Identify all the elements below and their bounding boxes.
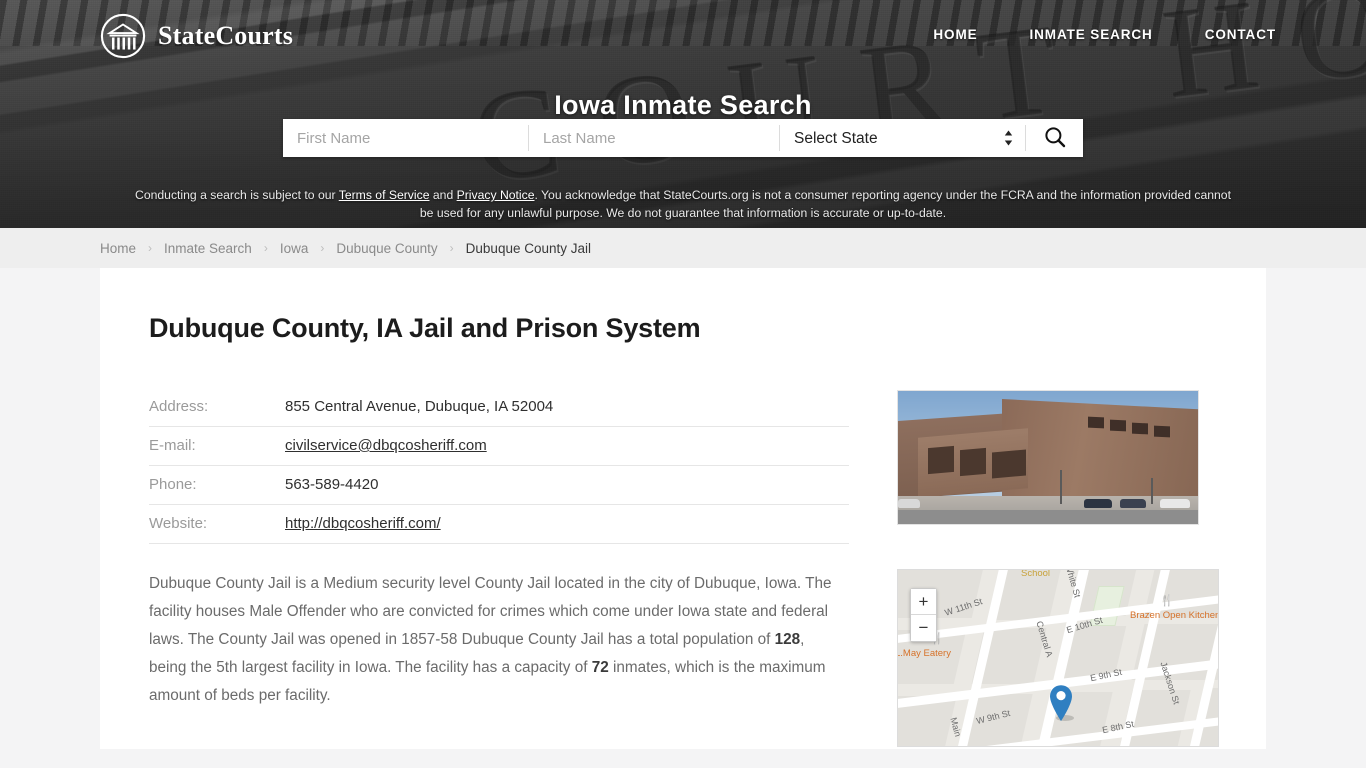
- breadcrumb-item-dubuque-county[interactable]: Dubuque County: [336, 241, 437, 256]
- photo-window: [1110, 419, 1126, 432]
- first-name-input[interactable]: [283, 119, 528, 157]
- breadcrumb-item-inmate-search[interactable]: Inmate Search: [164, 241, 252, 256]
- photo-window: [1154, 425, 1170, 438]
- nav-item-home[interactable]: HOME: [933, 27, 977, 42]
- map-zoom-in-button[interactable]: +: [911, 589, 936, 615]
- info-value-address: 855 Central Avenue, Dubuque, IA 52004: [285, 388, 849, 427]
- courthouse-circle-logo-icon: [100, 13, 146, 59]
- website-link[interactable]: http://dbqcosheriff.com/: [285, 515, 441, 532]
- capacity-value: 72: [591, 659, 609, 676]
- breadcrumb-separator-icon: ›: [320, 241, 325, 255]
- terms-of-service-link[interactable]: Terms of Service: [339, 188, 430, 202]
- map-zoom-controls: + −: [910, 588, 937, 642]
- page-title: Dubuque County, IA Jail and Prison Syste…: [149, 313, 701, 343]
- search-submit-button[interactable]: [1025, 125, 1083, 151]
- breadcrumb: Home › Inmate Search › Iowa › Dubuque Co…: [100, 241, 591, 256]
- table-row: E-mail: civilservice@dbqcosheriff.com: [149, 426, 849, 466]
- table-row: Website: http://dbqcosheriff.com/: [149, 504, 849, 544]
- facility-description: Dubuque County Jail is a Medium security…: [149, 570, 839, 710]
- photo-lamp-post: [1060, 470, 1062, 504]
- map-zoom-out-button[interactable]: −: [911, 615, 936, 641]
- email-link[interactable]: civilservice@dbqcosheriff.com: [285, 437, 487, 454]
- photo-bay-door: [992, 449, 1026, 479]
- hero-title: Iowa Inmate Search: [554, 90, 812, 121]
- photo-bay-door: [928, 445, 954, 475]
- photo-bay-door: [960, 447, 986, 477]
- nav-item-inmate-search[interactable]: INMATE SEARCH: [1030, 27, 1153, 42]
- main-nav: HOME INMATE SEARCH CONTACT: [933, 27, 1276, 42]
- photo-road: [898, 510, 1198, 524]
- breadcrumb-item-iowa[interactable]: Iowa: [280, 241, 309, 256]
- info-label-address: Address:: [149, 388, 285, 427]
- photo-building-main: [1002, 399, 1198, 510]
- photo-car: [898, 499, 920, 508]
- facility-photo: [897, 390, 1199, 525]
- facility-media-column: School Brazen Open Kitchen | Bar L.May E…: [897, 388, 1219, 747]
- location-map[interactable]: School Brazen Open Kitchen | Bar L.May E…: [897, 569, 1219, 747]
- breadcrumb-separator-icon: ›: [263, 241, 268, 255]
- disclaimer-text-1: Conducting a search is subject to our: [135, 188, 339, 203]
- magnifier-icon: [1044, 126, 1066, 151]
- photo-car: [1160, 499, 1190, 508]
- disclaimer-text-3: . You acknowledge that StateCourts.org i…: [419, 188, 1231, 220]
- info-label-phone: Phone:: [149, 465, 285, 505]
- content-card: Dubuque County, IA Jail and Prison Syste…: [100, 268, 1266, 749]
- photo-car: [1120, 499, 1146, 508]
- disclaimer-text-2: and: [429, 188, 457, 203]
- breadcrumb-separator-icon: ›: [148, 241, 153, 255]
- population-value: 128: [774, 631, 801, 648]
- info-label-email: E-mail:: [149, 426, 285, 466]
- site-logo-link[interactable]: StateCourts: [100, 13, 293, 59]
- photo-lamp-post: [1151, 478, 1153, 504]
- info-value-phone: 563-589-4420: [285, 465, 849, 505]
- breadcrumb-separator-icon: ›: [449, 241, 454, 255]
- photo-window: [1088, 416, 1104, 429]
- facility-details-column: Address: 855 Central Avenue, Dubuque, IA…: [149, 388, 849, 747]
- photo-car: [1084, 499, 1112, 508]
- breadcrumb-item-home[interactable]: Home: [100, 241, 136, 256]
- breadcrumb-item-current: Dubuque County Jail: [465, 240, 592, 256]
- info-label-website: Website:: [149, 504, 285, 544]
- last-name-input[interactable]: [529, 119, 779, 157]
- table-row: Address: 855 Central Avenue, Dubuque, IA…: [149, 388, 849, 427]
- map-pin-icon[interactable]: [1048, 682, 1076, 727]
- breadcrumb-bar: Home › Inmate Search › Iowa › Dubuque Co…: [0, 228, 1366, 268]
- info-value-email: civilservice@dbqcosheriff.com: [285, 426, 849, 466]
- photo-window: [1132, 422, 1148, 435]
- description-segment-1: Dubuque County Jail is a Medium security…: [149, 575, 832, 648]
- site-header: COURT HOUSE StateCourts HOME INMATE: [0, 0, 1366, 228]
- inmate-search-form: Select State: [283, 119, 1083, 157]
- table-row: Phone: 563-589-4420: [149, 465, 849, 505]
- info-value-website: http://dbqcosheriff.com/: [285, 504, 849, 544]
- restaurant-icon: 🍴: [1160, 595, 1174, 607]
- map-poi-lmay: L.May Eatery: [897, 648, 951, 659]
- nav-item-contact[interactable]: CONTACT: [1205, 27, 1276, 42]
- map-poi-brazen: Brazen Open Kitchen | Bar: [1130, 610, 1219, 621]
- brand-name: StateCourts: [158, 21, 294, 50]
- state-select[interactable]: Select State: [780, 119, 1025, 157]
- map-poi-school: School: [1021, 569, 1051, 579]
- facility-info-table: Address: 855 Central Avenue, Dubuque, IA…: [149, 388, 849, 544]
- privacy-notice-link[interactable]: Privacy Notice: [457, 188, 535, 202]
- search-disclaimer: Conducting a search is subject to our Te…: [133, 187, 1233, 222]
